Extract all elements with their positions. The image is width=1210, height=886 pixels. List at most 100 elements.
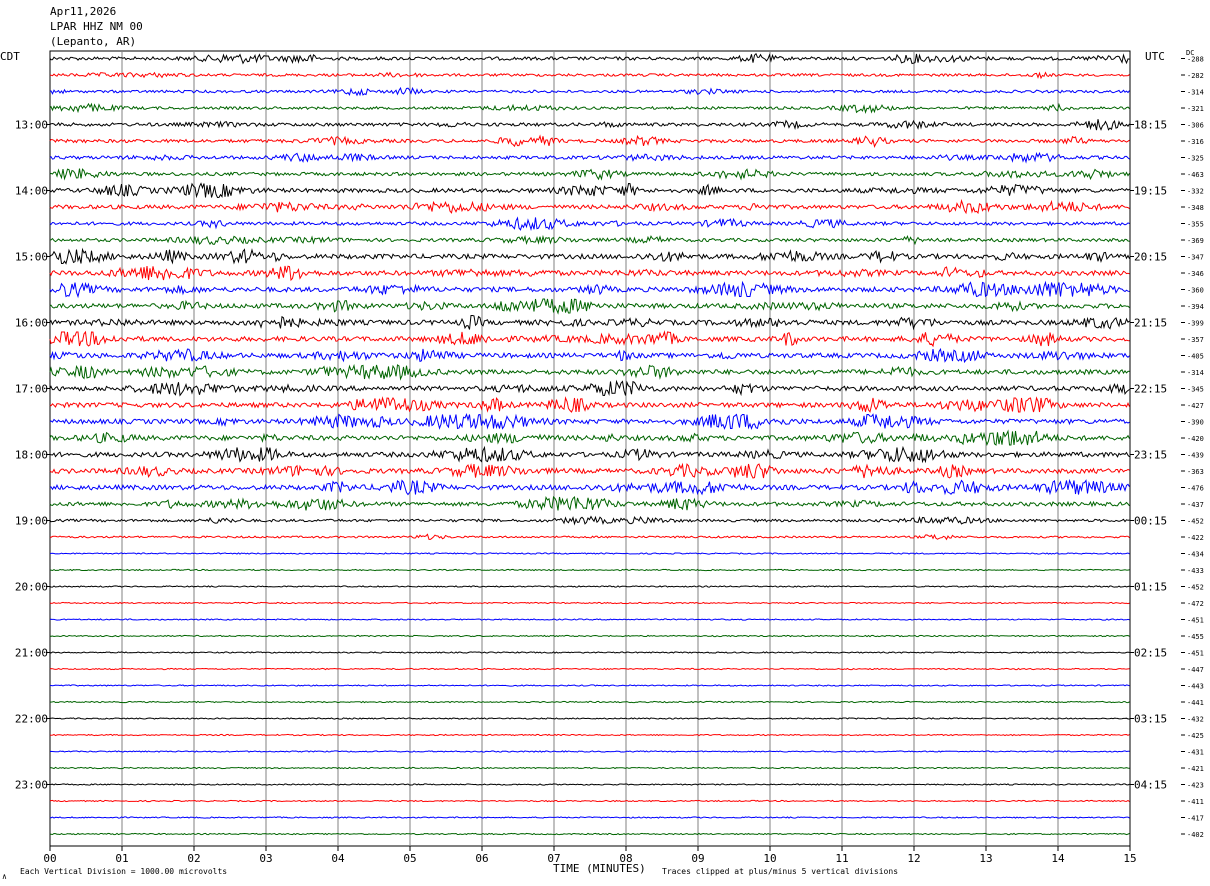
x-tick-label: 06 — [475, 852, 488, 865]
dc-offset-label: -405 — [1187, 353, 1204, 361]
dc-offset-label: -360 — [1187, 287, 1204, 295]
x-tick-label: 04 — [331, 852, 345, 865]
dc-offset-label: -447 — [1187, 666, 1204, 674]
seismic-trace — [49, 515, 1130, 526]
corner-mark: ∧ — [2, 872, 7, 881]
dc-offset-label: -314 — [1187, 369, 1204, 377]
seismic-trace — [49, 330, 1130, 348]
seismic-trace — [49, 413, 1130, 431]
seismic-trace — [49, 429, 1130, 446]
utc-hour-label: 21:15 — [1134, 317, 1167, 330]
seismic-trace — [49, 315, 1130, 331]
x-tick-label: 12 — [907, 852, 920, 865]
dc-offset-label: -348 — [1187, 204, 1204, 212]
seismic-trace — [49, 495, 1130, 511]
utc-hour-label: 03:15 — [1134, 713, 1167, 726]
cdt-hour-label: 22:00 — [15, 713, 48, 726]
dc-offset-label: -451 — [1187, 650, 1204, 658]
seismic-trace — [49, 234, 1130, 246]
dc-offset-label: -355 — [1187, 221, 1204, 229]
dc-offset-label: -427 — [1187, 402, 1204, 410]
seismic-trace — [49, 618, 1130, 621]
dc-offset-label: -425 — [1187, 732, 1204, 740]
dc-offset-label: -423 — [1187, 782, 1204, 790]
cdt-hour-label: 13:00 — [15, 119, 48, 132]
dc-offset-label: -306 — [1187, 122, 1204, 130]
utc-hour-label: 01:15 — [1134, 581, 1167, 594]
utc-hour-label: 02:15 — [1134, 647, 1167, 660]
dc-offset-label: -439 — [1187, 452, 1204, 460]
cdt-hour-label: 20:00 — [15, 581, 48, 594]
x-tick-label: 11 — [835, 852, 848, 865]
seismic-trace — [49, 478, 1130, 496]
x-tick-label: 15 — [1123, 852, 1136, 865]
seismic-trace — [49, 445, 1130, 464]
dc-offset-label: -476 — [1187, 485, 1204, 493]
cdt-hour-label: 21:00 — [15, 647, 48, 660]
dc-offset-label: -332 — [1187, 188, 1204, 196]
seismic-trace — [49, 667, 1130, 671]
seismic-trace — [49, 651, 1130, 654]
x-tick-label: 05 — [403, 852, 416, 865]
seismic-trace — [49, 568, 1130, 572]
dc-offset-label: -399 — [1187, 320, 1204, 328]
dc-offset-label: -452 — [1187, 584, 1204, 592]
seismic-trace — [49, 216, 1130, 231]
x-axis-label: TIME (MINUTES) — [553, 862, 646, 875]
seismic-trace — [49, 750, 1130, 753]
dc-offset-label: -282 — [1187, 72, 1204, 80]
x-tick-label: 09 — [691, 852, 704, 865]
seismic-trace — [49, 198, 1130, 215]
dc-offset-label: -463 — [1187, 171, 1204, 179]
seismic-trace — [50, 684, 1130, 687]
dc-offset-label: -431 — [1187, 749, 1204, 757]
dc-offset-label: -369 — [1187, 237, 1204, 245]
dc-offset-label: -325 — [1187, 155, 1204, 163]
dc-offset-label: -452 — [1187, 518, 1204, 526]
seismic-trace — [49, 462, 1130, 479]
seismic-trace — [49, 585, 1130, 588]
seismic-trace — [49, 102, 1130, 115]
seismic-trace — [49, 783, 1130, 786]
dc-offset-label: -417 — [1187, 815, 1204, 823]
seismic-trace — [49, 86, 1130, 97]
x-tick-label: 13 — [979, 852, 992, 865]
seismic-trace — [49, 182, 1130, 199]
seismic-trace — [49, 766, 1130, 770]
dc-offset-label: -363 — [1187, 468, 1204, 476]
seismic-trace — [49, 816, 1130, 819]
x-tick-label: 01 — [115, 852, 128, 865]
seismic-trace — [49, 119, 1130, 131]
seismic-trace — [49, 347, 1130, 364]
x-tick-label: 14 — [1051, 852, 1065, 865]
dc-offset-label: -357 — [1187, 336, 1204, 344]
seismic-trace — [49, 533, 1130, 541]
x-tick-label: 03 — [259, 852, 272, 865]
x-tick-label: 00 — [43, 852, 56, 865]
seismic-trace — [49, 717, 1130, 720]
seismic-trace — [49, 799, 1130, 803]
utc-hour-label: 00:15 — [1134, 515, 1167, 528]
dc-offset-label: -443 — [1187, 683, 1204, 691]
cdt-hour-label: 16:00 — [15, 317, 48, 330]
cdt-hour-label: 15:00 — [15, 251, 48, 264]
dc-offset-label: -346 — [1187, 270, 1204, 278]
dc-offset-label: -451 — [1187, 617, 1204, 625]
seismic-trace — [49, 298, 1130, 315]
seismic-trace — [49, 265, 1130, 282]
dc-offset-label: -394 — [1187, 303, 1204, 311]
x-tick-label: 02 — [187, 852, 200, 865]
helicorder-plot: 13:00 18:15 14:00 19:15 15:00 20:15 16:00 21:15… — [15, 50, 1204, 865]
dc-offset-label: -437 — [1187, 501, 1204, 509]
seismic-trace — [49, 552, 1130, 555]
dc-offset-label: -402 — [1187, 831, 1204, 839]
dc-offset-label: -411 — [1187, 798, 1204, 806]
utc-hour-label: 18:15 — [1134, 119, 1167, 132]
cdt-hour-label: 19:00 — [15, 515, 48, 528]
dc-offset-label: -434 — [1187, 551, 1204, 559]
dc-offset-label: -347 — [1187, 254, 1204, 262]
seismic-trace — [49, 601, 1130, 605]
seismic-trace — [49, 71, 1130, 80]
seismic-trace — [49, 396, 1130, 413]
cdt-hour-label: 18:00 — [15, 449, 48, 462]
